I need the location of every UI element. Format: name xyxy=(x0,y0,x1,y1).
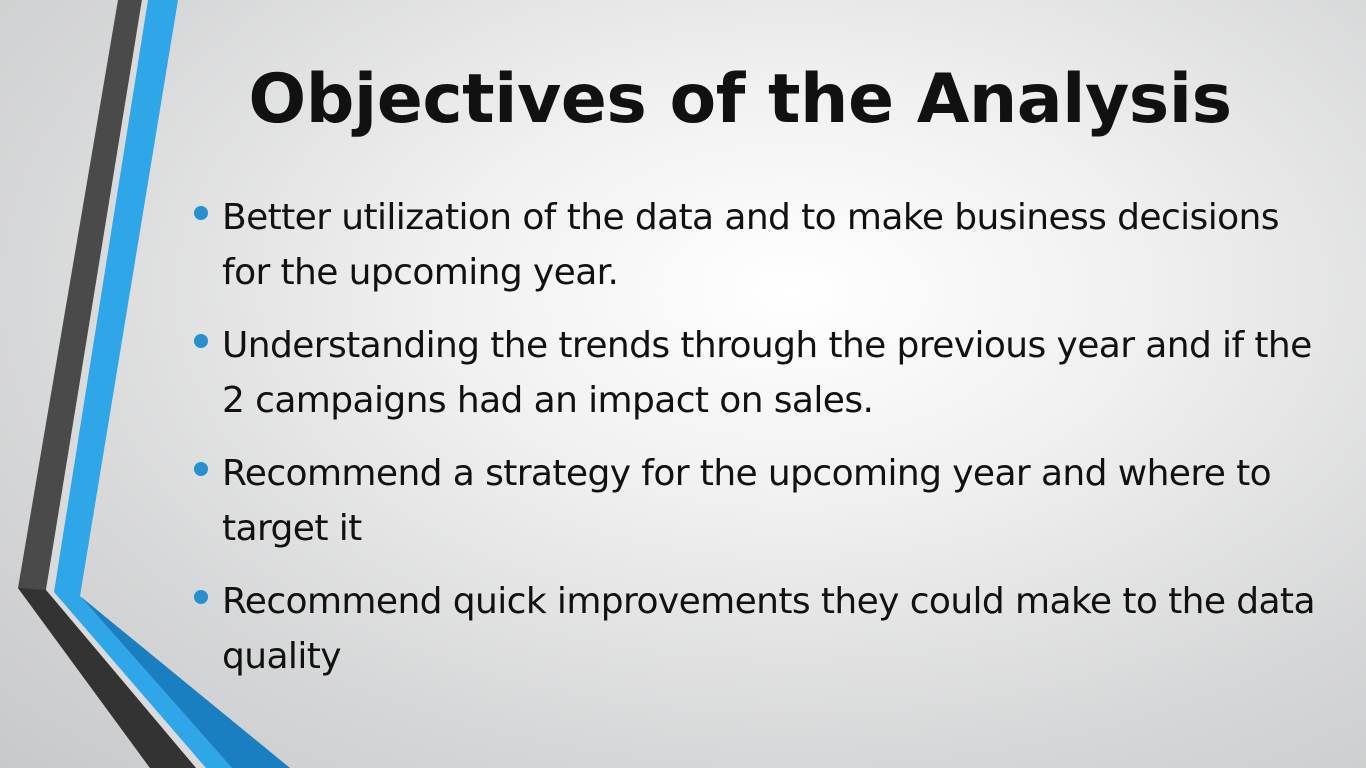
bullet-dot-icon xyxy=(194,206,208,220)
bullet-text: Understanding the trends through the pre… xyxy=(222,325,1312,421)
bullet-item: Recommend quick improvements they could … xyxy=(190,574,1330,684)
bullet-text: Recommend quick improvements they could … xyxy=(222,581,1316,677)
slide: Objectives of the Analysis Better utiliz… xyxy=(0,0,1366,768)
slide-title: Objectives of the Analysis xyxy=(248,60,1232,139)
bullet-list: Better utilization of the data and to ma… xyxy=(190,190,1330,702)
bullet-text: Recommend a strategy for the upcoming ye… xyxy=(222,453,1272,549)
bullet-dot-icon xyxy=(194,590,208,604)
bullet-text: Better utilization of the data and to ma… xyxy=(222,197,1280,293)
bullet-dot-icon xyxy=(194,334,208,348)
bullet-item: Better utilization of the data and to ma… xyxy=(190,190,1330,300)
bullet-item: Understanding the trends through the pre… xyxy=(190,318,1330,428)
bullet-item: Recommend a strategy for the upcoming ye… xyxy=(190,446,1330,556)
bullet-dot-icon xyxy=(194,462,208,476)
